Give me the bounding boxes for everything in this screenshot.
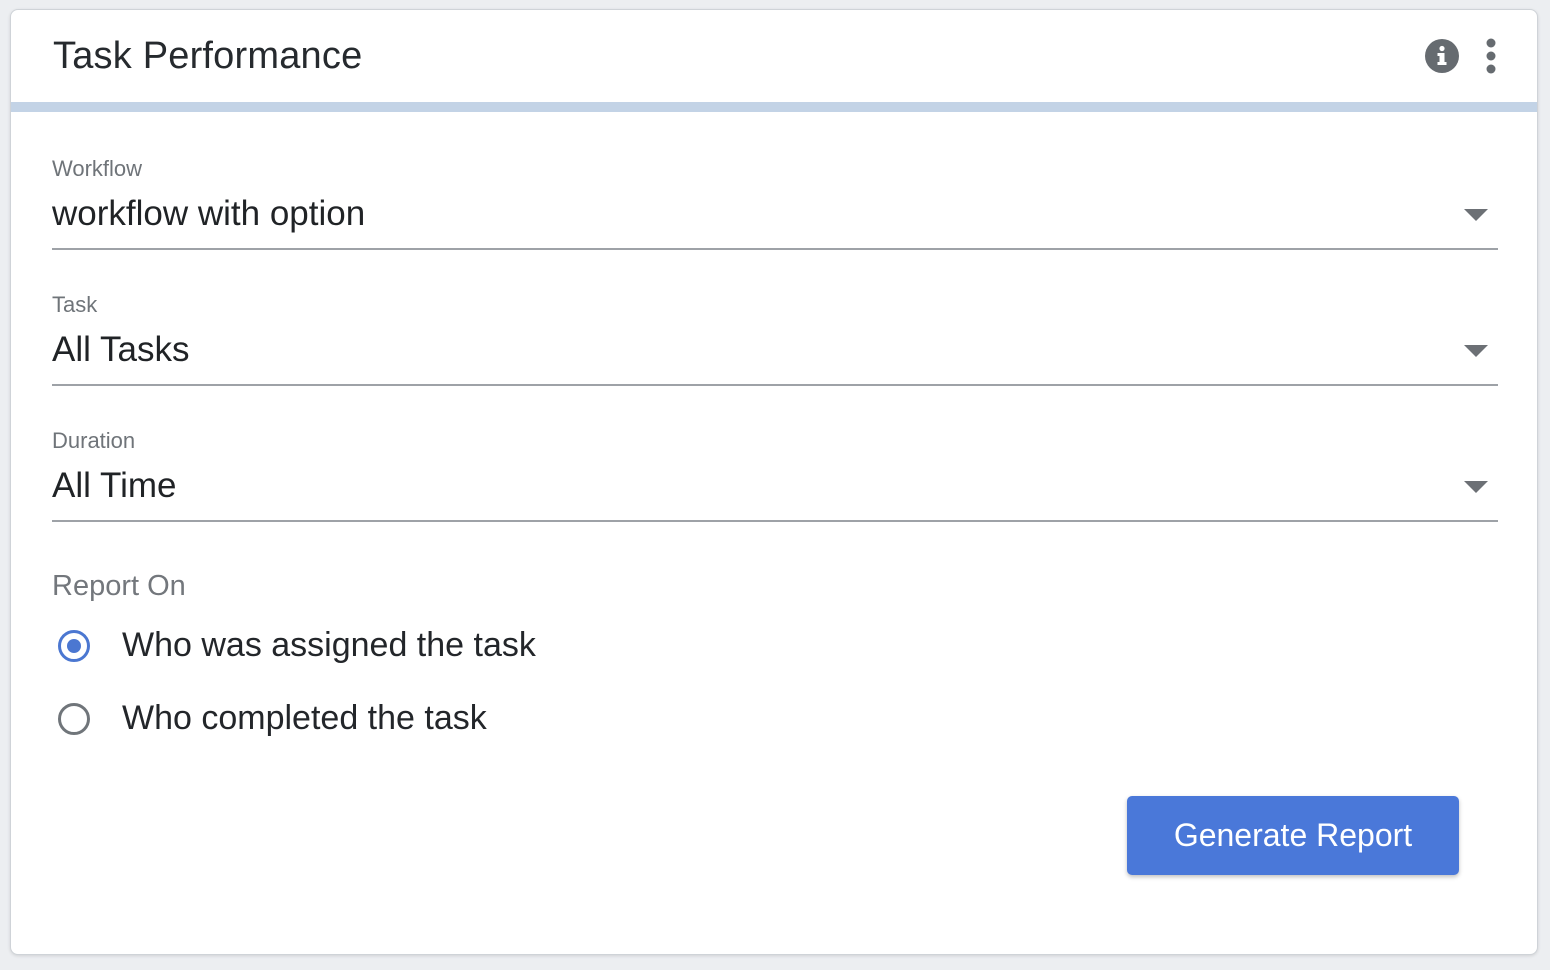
task-value: All Tasks [52, 330, 190, 369]
card-title: Task Performance [53, 35, 363, 77]
dropdown-arrow-icon [1464, 345, 1488, 357]
info-icon[interactable] [1424, 38, 1460, 74]
radio-unselected-icon[interactable] [58, 703, 90, 735]
radio-assigned[interactable]: Who was assigned the task [56, 624, 656, 674]
task-performance-card: Task Performance Workflow workflow with … [10, 9, 1538, 955]
workflow-underline [52, 248, 1498, 250]
duration-underline [52, 520, 1498, 522]
radio-completed[interactable]: Who completed the task [56, 697, 656, 747]
workflow-value: workflow with option [52, 194, 366, 233]
workflow-select[interactable]: Workflow workflow with option [52, 156, 1498, 256]
radio-selected-icon[interactable] [58, 630, 90, 662]
dropdown-arrow-icon [1464, 481, 1488, 493]
header-divider [11, 102, 1537, 112]
task-label: Task [52, 292, 98, 317]
workflow-label: Workflow [52, 156, 143, 181]
radio-completed-label: Who completed the task [122, 699, 487, 737]
card-header: Task Performance [11, 10, 1537, 102]
more-vertical-icon[interactable] [1479, 36, 1503, 76]
generate-report-button[interactable]: Generate Report [1127, 796, 1459, 875]
dropdown-arrow-icon [1464, 209, 1488, 221]
duration-label: Duration [52, 428, 136, 453]
report-on-label: Report On [52, 570, 186, 602]
task-select[interactable]: Task All Tasks [52, 292, 1498, 392]
duration-select[interactable]: Duration All Time [52, 428, 1498, 528]
radio-assigned-label: Who was assigned the task [122, 626, 536, 664]
duration-value: All Time [52, 466, 177, 505]
task-underline [52, 384, 1498, 386]
